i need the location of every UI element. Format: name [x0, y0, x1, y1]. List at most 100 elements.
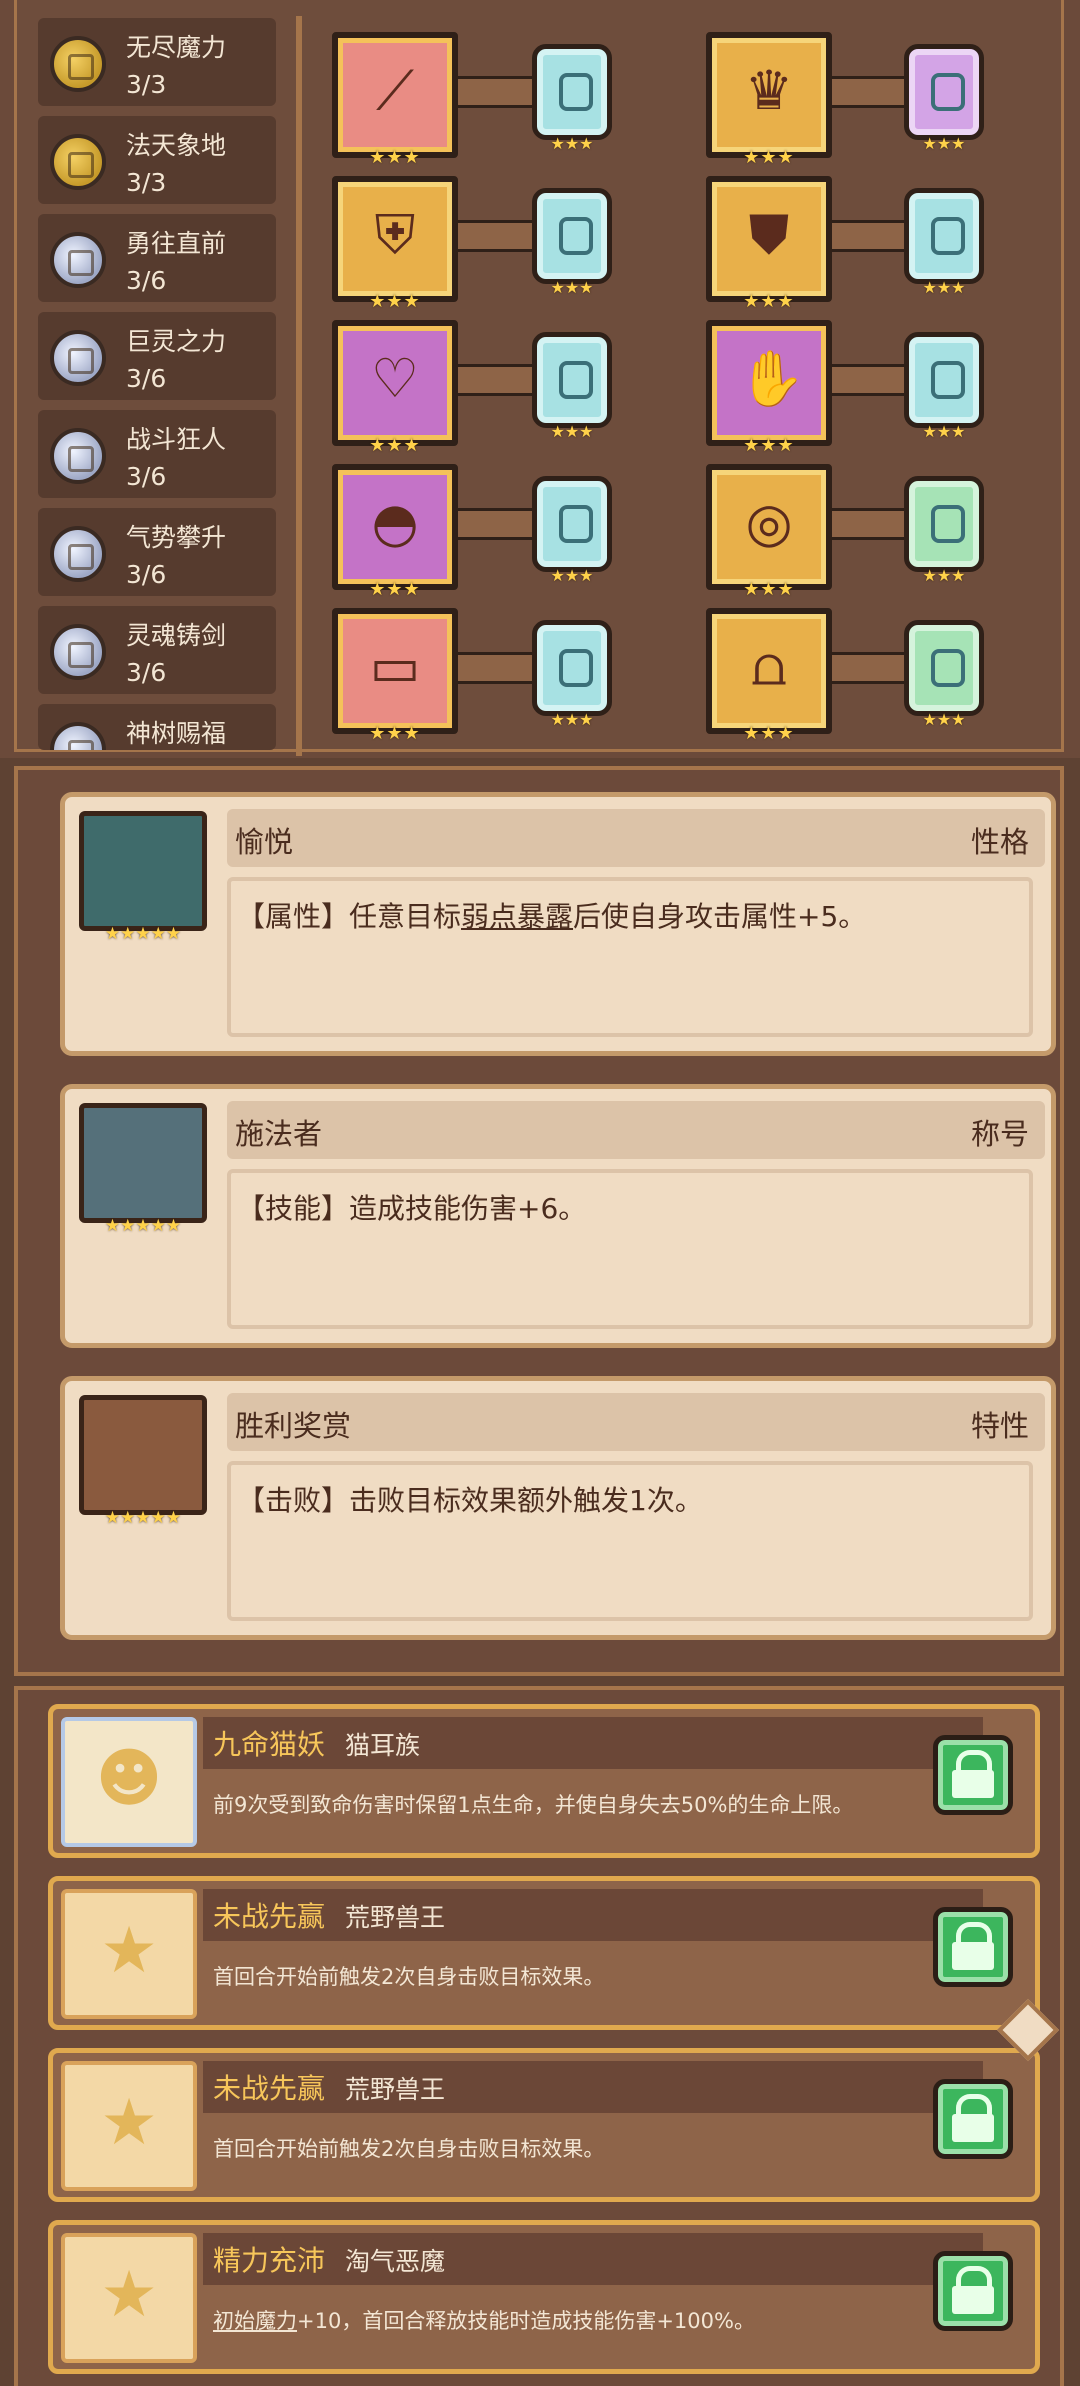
race-skill-card[interactable]: ★ 未战先赢 荒野兽王 首回合开始前触发2次自身击败目标效果。: [48, 2048, 1040, 2202]
rune-slot[interactable]: ★★★: [532, 44, 612, 153]
description-text: 【技能】造成技能伤害+6。: [237, 1192, 587, 1225]
rune-icon: [931, 361, 965, 399]
hero-portrait: ★★★★★: [79, 1103, 207, 1236]
star-rating: ★★★★★: [104, 1216, 182, 1236]
set-item[interactable]: 神树赐福: [38, 704, 276, 750]
race-icon: ★: [61, 1889, 197, 2019]
star-rating: ★★★: [922, 422, 966, 441]
trait-name: 胜利奖赏: [235, 1409, 352, 1443]
lock-button[interactable]: [933, 2079, 1013, 2159]
star-rating: ★★★: [550, 422, 594, 441]
rune-icon: [931, 217, 965, 255]
lock-button[interactable]: [933, 2251, 1013, 2331]
set-item[interactable]: 战斗狂人 3/6: [38, 410, 276, 498]
trait-description: 【技能】造成技能伤害+6。: [237, 1187, 586, 1227]
race-skill-description: 首回合开始前触发2次自身击败目标效果。: [213, 2133, 604, 2163]
equipment-slot-gloves[interactable]: ✋ ★★★: [706, 320, 832, 456]
equipment-slot-boots[interactable]: ⩍ ★★★: [706, 608, 832, 744]
trait-type: 特性: [970, 1409, 1029, 1443]
lock-body: [952, 1770, 994, 1798]
trait-description-box: 【属性】任意目标弱点暴露后使自身攻击属性+5。: [227, 877, 1033, 1037]
set-name: 灵魂铸剑: [126, 621, 227, 650]
race-skill-description: 首回合开始前触发2次自身击败目标效果。: [213, 1961, 604, 1991]
race-skill-name: 精力充沛: [213, 2244, 326, 2277]
trait-name: 施法者: [235, 1117, 323, 1151]
equipment-slot-armor[interactable]: ⛨ ★★★: [332, 176, 458, 312]
silver-coin-icon: [50, 722, 106, 750]
set-name: 法天象地: [126, 131, 227, 160]
star-rating: ★★★: [550, 710, 594, 729]
trait-card[interactable]: ★★★★★ 胜利奖赏 特性 【击败】击败目标效果额外触发1次。: [60, 1376, 1056, 1640]
gold-coin-icon: [50, 36, 106, 92]
race-skill-card[interactable]: ★ 未战先赢 荒野兽王 首回合开始前触发2次自身击败目标效果。: [48, 1876, 1040, 2030]
equipment-slot-chestplate[interactable]: ⛊ ★★★: [706, 176, 832, 312]
star-rating: ★★★: [743, 723, 795, 744]
trait-card[interactable]: ★★★★★ 施法者 称号 【技能】造成技能伤害+6。: [60, 1084, 1056, 1348]
rune-slot[interactable]: ★★★: [904, 476, 984, 585]
set-count: 3/3: [126, 70, 167, 99]
panel-divider: [296, 16, 302, 756]
rune-slot[interactable]: ★★★: [904, 44, 984, 153]
equipment-slot-ring[interactable]: ▭ ★★★: [332, 608, 458, 744]
star-rating: ★★★: [369, 723, 421, 744]
rune-slot[interactable]: ★★★: [532, 476, 612, 585]
set-name: 气势攀升: [126, 523, 227, 552]
race-icon: ★: [61, 2061, 197, 2191]
rune-slot[interactable]: ★★★: [532, 332, 612, 441]
race-skill-card[interactable]: ★ 精力充沛 淘气恶魔 初始魔力+10，首回合释放技能时造成技能伤害+100%。: [48, 2220, 1040, 2374]
set-name: 无尽魔力: [126, 33, 227, 62]
set-name: 勇往直前: [126, 229, 227, 258]
trait-description: 【击败】击败目标效果额外触发1次。: [237, 1479, 703, 1519]
armor-icon: ⛨: [374, 203, 416, 266]
race-icon: ☻: [61, 1717, 197, 1847]
description-text: +10，首回合释放技能时造成技能伤害+100%。: [297, 2309, 755, 2333]
rune-slot[interactable]: ★★★: [904, 620, 984, 729]
set-count: 3/6: [126, 658, 167, 687]
set-item[interactable]: 灵魂铸剑 3/6: [38, 606, 276, 694]
star-rating: ★★★: [922, 566, 966, 585]
race-skill-card[interactable]: ☻ 九命猫妖 猫耳族 前9次受到致命伤害时保留1点生命，并使自身失去50%的生命…: [48, 1704, 1040, 1858]
chestplate-icon: ⛊: [748, 203, 790, 266]
race-icon: ★: [61, 2233, 197, 2363]
equipment-slot-shield[interactable]: ◓ ★★★: [332, 464, 458, 600]
star-icon: ★: [100, 1914, 158, 1988]
rune-slot[interactable]: ★★★: [532, 620, 612, 729]
star-rating: ★★★: [743, 147, 795, 168]
lock-button[interactable]: [933, 1907, 1013, 1987]
equipment-slot-helmet[interactable]: ♛ ★★★: [706, 32, 832, 168]
trait-type: 性格: [970, 825, 1029, 859]
lock-button[interactable]: [933, 1735, 1013, 1815]
keyword-link[interactable]: 弱点暴露: [461, 900, 573, 933]
race-type: 猫耳族: [345, 1731, 421, 1760]
star-rating: ★★★: [922, 134, 966, 153]
equipment-slot-bracelet[interactable]: ◎ ★★★: [706, 464, 832, 600]
set-item[interactable]: 勇往直前 3/6: [38, 214, 276, 302]
race-skill-description: 初始魔力+10，首回合释放技能时造成技能伤害+100%。: [213, 2305, 755, 2335]
trait-description-box: 【击败】击败目标效果额外触发1次。: [227, 1461, 1033, 1621]
star-rating: ★★★: [369, 147, 421, 168]
equipment-slot-wand[interactable]: ⟋ ★★★: [332, 32, 458, 168]
rune-slot[interactable]: ★★★: [904, 188, 984, 297]
set-item[interactable]: 巨灵之力 3/6: [38, 312, 276, 400]
race-skill-name: 未战先赢: [213, 2072, 326, 2105]
rune-slot[interactable]: ★★★: [904, 332, 984, 441]
set-item[interactable]: 无尽魔力 3/3: [38, 18, 276, 106]
lock-body: [952, 1942, 994, 1970]
rune-icon: [559, 505, 593, 543]
description-text: 【击败】击败目标效果额外触发1次。: [237, 1484, 703, 1517]
race-skill-name: 未战先赢: [213, 1900, 326, 1933]
gold-coin-icon: [50, 134, 106, 190]
race-type: 淘气恶魔: [345, 2247, 446, 2276]
silver-coin-icon: [50, 428, 106, 484]
set-item[interactable]: 气势攀升 3/6: [38, 508, 276, 596]
keyword-link[interactable]: 初始魔力: [213, 2309, 297, 2333]
trait-panel: ★★★★★ 愉悦 性格 【属性】任意目标弱点暴露后使自身攻击属性+5。 ★★★★…: [14, 766, 1064, 1676]
set-item[interactable]: 法天象地 3/3: [38, 116, 276, 204]
set-count: 3/6: [126, 462, 167, 491]
trait-card[interactable]: ★★★★★ 愉悦 性格 【属性】任意目标弱点暴露后使自身攻击属性+5。: [60, 792, 1056, 1056]
set-count: 3/6: [126, 266, 167, 295]
star-rating: ★★★: [369, 291, 421, 312]
description-text: 前9次受到致命伤害时保留1点生命，并使自身失去50%的生命上限。: [213, 1793, 854, 1817]
equipment-slot-necklace[interactable]: ♡ ★★★: [332, 320, 458, 456]
rune-slot[interactable]: ★★★: [532, 188, 612, 297]
